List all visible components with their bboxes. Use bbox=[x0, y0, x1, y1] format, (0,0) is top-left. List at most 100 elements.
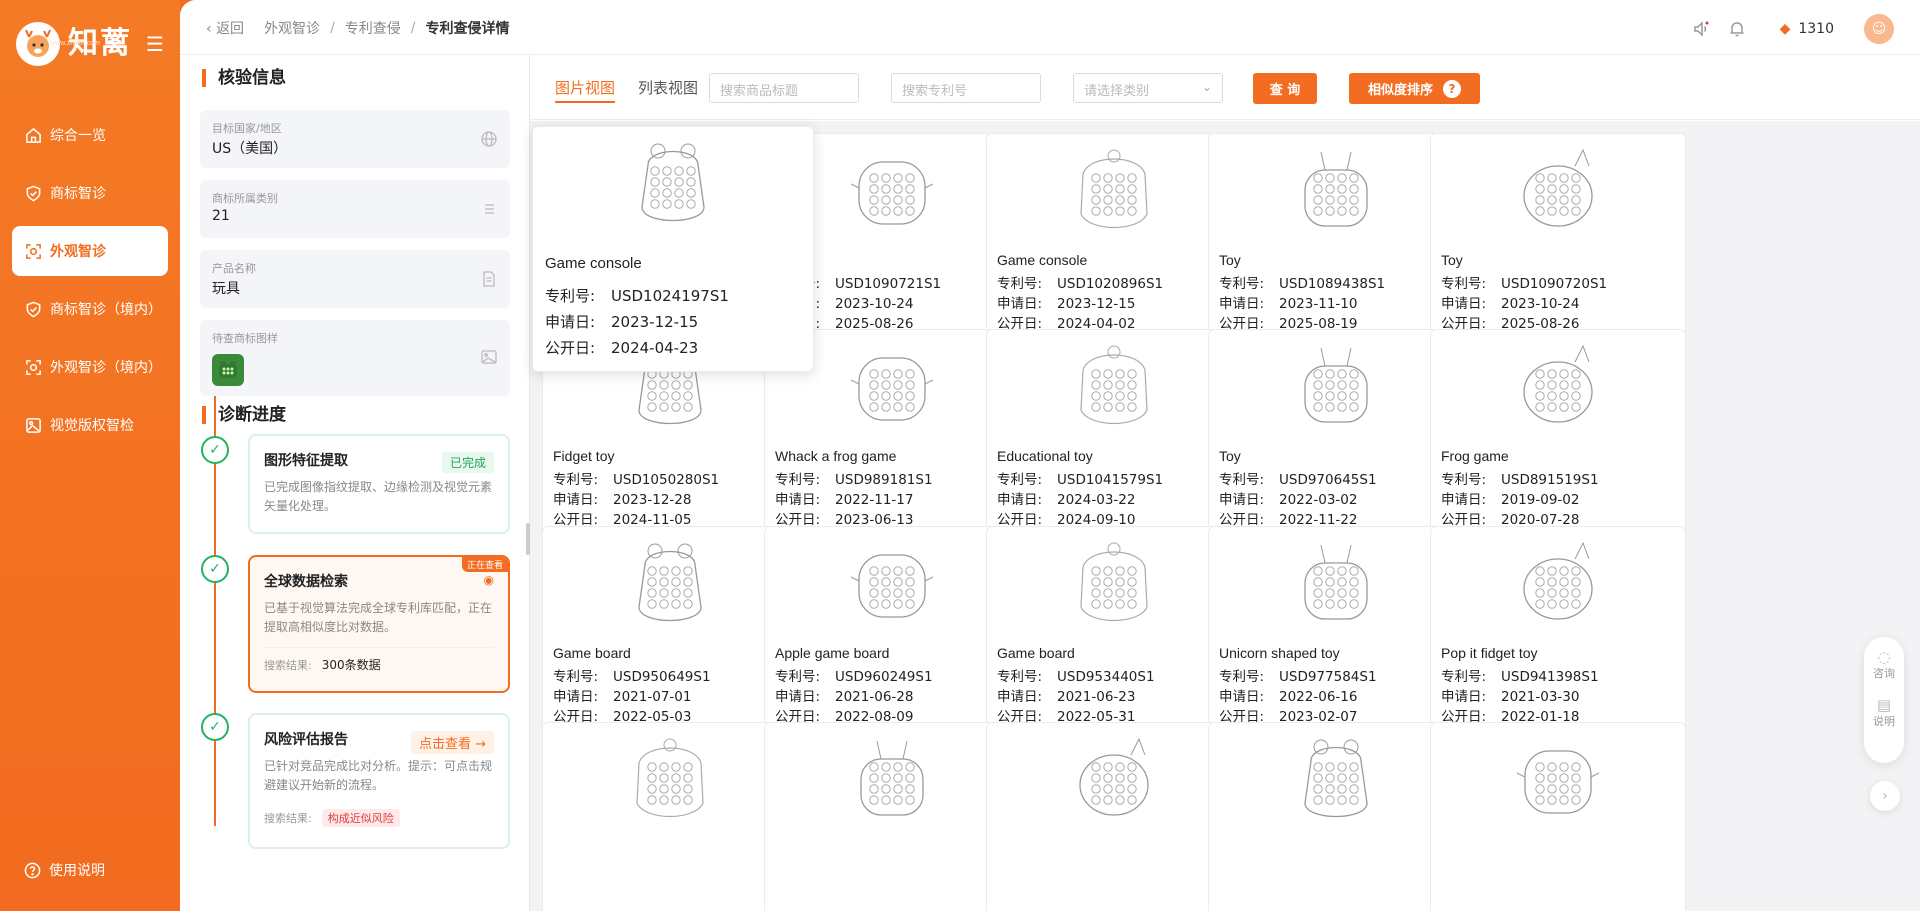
avatar[interactable]: ☺ bbox=[1864, 14, 1894, 44]
step-desc: 已完成图像指纹提取、边缘检测及视觉元素矢量化处理。 bbox=[264, 480, 493, 513]
sidebar-item-design[interactable]: 外观智诊 bbox=[12, 226, 168, 276]
step-result: 搜索结果: 300条数据 bbox=[264, 647, 494, 673]
field-label: 专利号: bbox=[775, 472, 821, 488]
field-value: 2023-12-15 bbox=[611, 313, 699, 331]
patent-card[interactable]: Game board 专利号: USD953440S1 申请日: 2021-06-23 公… bbox=[986, 526, 1242, 750]
explain-button[interactable]: ▤ 说明 bbox=[1873, 697, 1895, 729]
chevron-right-icon[interactable]: › bbox=[1870, 781, 1900, 811]
field-label: 申请日: bbox=[1219, 689, 1265, 705]
result-value: 300条数据 bbox=[321, 658, 381, 672]
shield-check-icon bbox=[24, 184, 42, 202]
patent-drawing bbox=[543, 731, 797, 831]
patent-title: Game console bbox=[997, 252, 1088, 268]
question-circle-icon bbox=[24, 862, 41, 878]
sidebar-item-label: 外观智诊 bbox=[50, 244, 106, 260]
field-label: 公开日: bbox=[1441, 512, 1487, 528]
step-global-search[interactable]: 正在查看 ◉ 全球数据检索 已基于视觉算法完成全球专利库匹配，正在提取高相似度比… bbox=[248, 555, 510, 693]
patent-card[interactable]: Frog game 专利号: USD891519S1 申请日: 2019-09-02 公开… bbox=[1430, 329, 1686, 553]
patent-title: Educational toy bbox=[997, 448, 1093, 464]
field-value: 2023-11-10 bbox=[1279, 296, 1358, 312]
class-field: 商标所属类别 21 bbox=[200, 180, 510, 238]
search-patent-input[interactable]: 搜索专利号 bbox=[891, 73, 1041, 103]
patent-card[interactable]: Game console 专利号: USD1020896S1 申请日: 2023-12-… bbox=[986, 133, 1242, 357]
field-label: 专利号: bbox=[1441, 276, 1487, 292]
check-icon: ✓ bbox=[201, 555, 229, 583]
bell-icon[interactable] bbox=[1726, 18, 1748, 40]
sidebar-item-copyright[interactable]: 视觉版权智检 bbox=[12, 400, 168, 450]
breadcrumb-item[interactable]: 外观智诊 bbox=[264, 18, 320, 38]
patent-card[interactable] bbox=[986, 722, 1242, 911]
eye-icon: ◉ bbox=[483, 573, 494, 587]
topbar: ‹ 返回 外观智诊 / 专利查侵 / 专利查侵详情 ◆ 1310 ☺ bbox=[180, 0, 1920, 55]
patent-title: Toy bbox=[1219, 448, 1241, 464]
patent-card[interactable]: Pop it fidget toy 专利号: USD941398S1 申请日: 2021… bbox=[1430, 526, 1686, 750]
search-title-input[interactable]: 搜索商品标题 bbox=[709, 73, 859, 103]
step-risk-report[interactable]: 风险评估报告 点击查看 → 已针对竞品完成比对分析。提示：可点击规避建议开始新的… bbox=[248, 713, 510, 849]
check-icon: ✓ bbox=[201, 436, 229, 464]
field-value: USD989181S1 bbox=[835, 472, 933, 488]
category-select[interactable]: 请选择类别 ⌄ bbox=[1073, 73, 1223, 103]
status-badge: 正在查看 bbox=[461, 557, 508, 572]
apply-date: 申请日: 2019-09-02 bbox=[1441, 488, 1579, 508]
patent-number: 专利号: USD989181S1 bbox=[775, 468, 933, 488]
patent-drawing bbox=[987, 142, 1241, 242]
patent-card[interactable]: Toy 专利号: USD1089438S1 申请日: 2023-11-10 公开日: 202… bbox=[1208, 133, 1464, 357]
breadcrumb-item[interactable]: 专利查侵 bbox=[345, 18, 401, 38]
sidebar-item-design-domestic[interactable]: 外观智诊（境内） bbox=[12, 342, 168, 392]
patent-card[interactable]: Unicorn shaped toy 专利号: USD977584S1 申请日: 202… bbox=[1208, 526, 1464, 750]
help-link[interactable]: 使用说明 bbox=[24, 860, 105, 880]
back-link[interactable]: ‹ 返回 bbox=[206, 18, 244, 38]
patent-card[interactable]: Game console 专利号: USD1024197S1 申请日: 2023-12-… bbox=[532, 126, 814, 372]
patent-card[interactable]: Toy 专利号: USD1090720S1 申请日: 2023-10-24 公开日: 202… bbox=[1430, 133, 1686, 357]
sidebar-nav: 综合一览 商标智诊 外观智诊 商标智诊（境内） 外观智诊（境内） 视觉版权智检 bbox=[12, 110, 168, 458]
sidebar-item-trademark[interactable]: 商标智诊 bbox=[12, 168, 168, 218]
view-report-link[interactable]: 点击查看 → bbox=[410, 731, 494, 754]
publish-date: 公开日: 2024-09-10 bbox=[997, 508, 1135, 528]
patent-card[interactable]: Game board 专利号: USD950649S1 申请日: 2021-07-01 公… bbox=[542, 526, 798, 750]
step-feature-extract[interactable]: 图形特征提取 已完成 已完成图像指纹提取、边缘检测及视觉元素矢量化处理。 bbox=[248, 434, 510, 534]
patent-card[interactable]: Apple game board 专利号: USD960249S1 申请日: 2021-… bbox=[764, 526, 1020, 750]
publish-date: 公开日: 2022-11-22 bbox=[1219, 508, 1357, 528]
patent-number: 专利号: USD891519S1 bbox=[1441, 468, 1599, 488]
field-value: USD941398S1 bbox=[1501, 669, 1599, 685]
speaker-icon[interactable] bbox=[1690, 18, 1712, 40]
field-label: 专利号: bbox=[1441, 472, 1487, 488]
patent-card[interactable] bbox=[1430, 722, 1686, 911]
country-value: US（美国） bbox=[212, 141, 288, 157]
field-value: 2021-06-28 bbox=[835, 689, 914, 705]
sidebar-item-overview[interactable]: 综合一览 bbox=[12, 110, 168, 160]
patent-card[interactable] bbox=[764, 722, 1020, 911]
sort-similarity-button[interactable]: 相似度排序? bbox=[1349, 73, 1480, 104]
coin-balance[interactable]: ◆ 1310 bbox=[1780, 21, 1834, 37]
apply-date: 申请日: 2022-06-16 bbox=[1219, 685, 1357, 705]
pattern-thumbnail[interactable] bbox=[212, 354, 244, 386]
tab-image-view[interactable]: 图片视图 bbox=[555, 77, 616, 103]
field-label: 公开日: bbox=[775, 512, 821, 528]
query-button[interactable]: 查 询 bbox=[1253, 73, 1317, 104]
patent-card[interactable] bbox=[1208, 722, 1464, 911]
scan-icon bbox=[24, 242, 42, 260]
apply-date: 申请日: 2022-03-02 bbox=[1219, 488, 1357, 508]
tab-list-view[interactable]: 列表视图 bbox=[638, 77, 698, 98]
product-label: 产品名称 bbox=[212, 262, 256, 275]
patent-grid: Game console 专利号: USD1024197S1 申请日: 2023-12-… bbox=[530, 121, 1920, 911]
patent-card[interactable]: Educational toy 专利号: USD1041579S1 申请日: 2024-… bbox=[986, 329, 1242, 553]
consult-button[interactable]: ◌ 咨询 bbox=[1873, 649, 1895, 681]
field-label: 公开日: bbox=[553, 512, 599, 528]
sidebar-item-trademark-domestic[interactable]: 商标智诊（境内） bbox=[12, 284, 168, 334]
field-value: 2023-10-24 bbox=[1501, 296, 1580, 312]
breadcrumb-separator: / bbox=[410, 20, 416, 36]
patent-card[interactable]: Toy 专利号: USD970645S1 申请日: 2022-03-02 公开日: 2022… bbox=[1208, 329, 1464, 553]
field-label: 申请日: bbox=[775, 492, 821, 508]
back-label: 返回 bbox=[216, 21, 245, 37]
image-icon bbox=[481, 350, 497, 364]
field-label: 申请日: bbox=[1441, 689, 1487, 705]
patent-card[interactable] bbox=[542, 722, 798, 911]
patent-title: Game board bbox=[997, 645, 1075, 661]
apply-date: 申请日: 2021-06-28 bbox=[775, 685, 913, 705]
pattern-label: 待查商标图样 bbox=[212, 332, 278, 345]
menu-toggle-icon[interactable]: ☰ bbox=[146, 34, 164, 54]
patent-number: 专利号: USD950649S1 bbox=[553, 665, 711, 685]
breadcrumb: ‹ 返回 外观智诊 / 专利查侵 / 专利查侵详情 bbox=[206, 18, 510, 38]
breadcrumb-current: 专利查侵详情 bbox=[425, 21, 510, 37]
